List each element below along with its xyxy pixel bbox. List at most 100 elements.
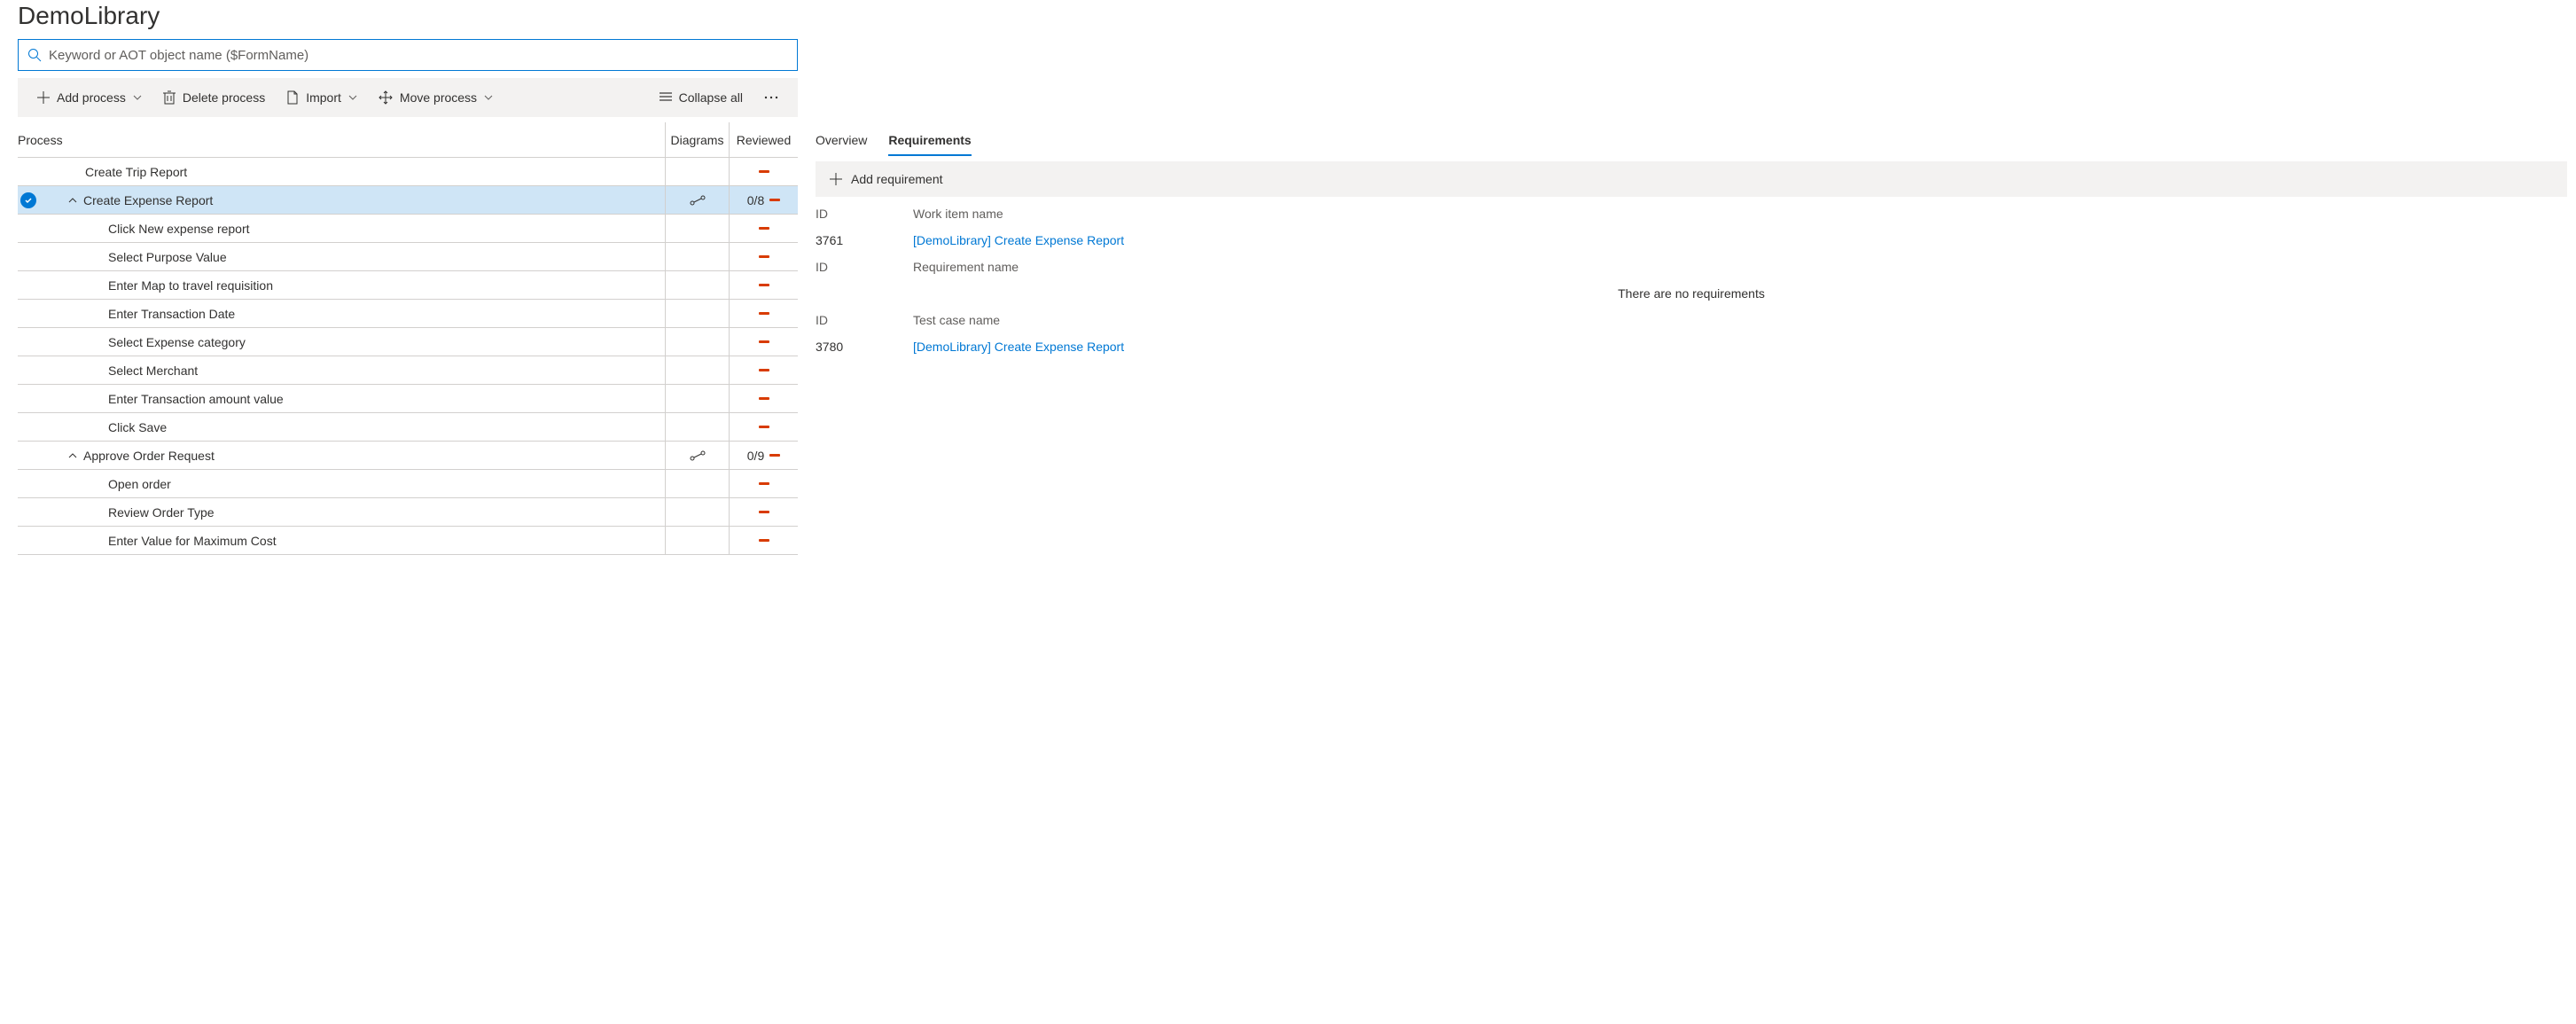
row-label: Select Merchant: [39, 363, 665, 378]
search-input[interactable]: [49, 48, 788, 63]
col-diagrams[interactable]: Diagrams: [665, 122, 729, 157]
tab-requirements[interactable]: Requirements: [888, 126, 971, 156]
move-icon: [379, 90, 393, 105]
diagram-cell: [665, 356, 729, 384]
row-label: Enter Transaction Date: [39, 307, 665, 321]
table-header: Process Diagrams Reviewed: [18, 122, 798, 158]
reviewed-cell: [729, 527, 798, 554]
table-row[interactable]: Enter Map to travel requisition: [18, 271, 798, 300]
table-row[interactable]: Click Save: [18, 413, 798, 442]
diagram-cell[interactable]: [665, 442, 729, 469]
toolbar: Add process Delete process Import Move p…: [18, 78, 798, 117]
table-row[interactable]: Review Order Type: [18, 498, 798, 527]
table-row[interactable]: Click New expense report: [18, 215, 798, 243]
move-process-label: Move process: [400, 90, 477, 105]
not-reviewed-icon: [759, 539, 769, 542]
row-label: Click New expense report: [39, 222, 665, 236]
test-case-link[interactable]: [DemoLibrary] Create Expense Report: [913, 340, 2567, 354]
table-row[interactable]: Enter Transaction amount value: [18, 385, 798, 413]
reviewed-cell: [729, 498, 798, 526]
diagram-cell: [665, 158, 729, 185]
diagram-icon: [690, 195, 706, 206]
diagram-cell[interactable]: [665, 186, 729, 214]
not-reviewed-icon: [759, 482, 769, 485]
diagram-cell: [665, 215, 729, 242]
requirement-name-label: Requirement name: [913, 260, 2567, 274]
work-item-link[interactable]: [DemoLibrary] Create Expense Report: [913, 233, 2567, 247]
row-label: Create Expense Report: [83, 193, 665, 207]
search-box[interactable]: [18, 39, 798, 71]
diagram-cell: [665, 527, 729, 554]
collapse-all-label: Collapse all: [679, 90, 743, 105]
tab-overview[interactable]: Overview: [816, 126, 867, 156]
process-tree: Create Trip Report Create Expense Report 0…: [18, 158, 798, 555]
collapse-all-button[interactable]: Collapse all: [649, 78, 753, 117]
reviewed-cell: [729, 470, 798, 497]
import-button[interactable]: Import: [276, 78, 368, 117]
diagram-icon: [690, 450, 706, 461]
add-process-button[interactable]: Add process: [27, 78, 152, 117]
col-process[interactable]: Process: [18, 133, 665, 147]
table-row[interactable]: Select Purpose Value: [18, 243, 798, 271]
requirement-header: ID Requirement name: [816, 254, 2567, 280]
check-icon: [20, 192, 36, 208]
reviewed-cell: [729, 413, 798, 441]
not-reviewed-icon: [759, 255, 769, 258]
import-label: Import: [306, 90, 341, 105]
reviewed-cell: 0/9: [729, 442, 798, 469]
test-case-row[interactable]: 3780 [DemoLibrary] Create Expense Report: [816, 333, 2567, 360]
test-case-id: 3780: [816, 340, 913, 354]
delete-process-button[interactable]: Delete process: [152, 78, 276, 117]
table-row[interactable]: Create Expense Report 0/8: [18, 186, 798, 215]
row-label: Create Trip Report: [39, 165, 665, 179]
test-case-name-label: Test case name: [913, 313, 2567, 327]
work-item-row[interactable]: 3761 [DemoLibrary] Create Expense Report: [816, 227, 2567, 254]
table-row[interactable]: Enter Value for Maximum Cost: [18, 527, 798, 555]
not-reviewed-icon: [759, 312, 769, 315]
diagram-cell: [665, 498, 729, 526]
reviewed-cell: [729, 215, 798, 242]
not-reviewed-icon: [769, 199, 780, 201]
list-icon: [660, 91, 672, 104]
reviewed-count: 0/9: [747, 449, 764, 463]
chevron-up-icon: [67, 450, 78, 461]
col-reviewed[interactable]: Reviewed: [729, 122, 798, 157]
reviewed-cell: [729, 158, 798, 185]
page-title: DemoLibrary: [18, 2, 798, 30]
import-icon: [286, 90, 299, 105]
table-row[interactable]: Create Trip Report: [18, 158, 798, 186]
move-process-button[interactable]: Move process: [368, 78, 503, 117]
diagram-cell: [665, 413, 729, 441]
table-row[interactable]: Select Expense category: [18, 328, 798, 356]
requirements-empty: There are no requirements: [816, 280, 2567, 307]
table-row[interactable]: Select Merchant: [18, 356, 798, 385]
reviewed-count: 0/8: [747, 193, 764, 207]
not-reviewed-icon: [759, 170, 769, 173]
add-requirement-button[interactable]: Add requirement: [830, 172, 943, 186]
reviewed-cell: [729, 243, 798, 270]
table-row[interactable]: Open order: [18, 470, 798, 498]
reviewed-cell: [729, 328, 798, 356]
not-reviewed-icon: [759, 369, 769, 371]
reviewed-cell: 0/8: [729, 186, 798, 214]
not-reviewed-icon: [759, 397, 769, 400]
chevron-down-icon: [133, 93, 142, 102]
table-row[interactable]: Approve Order Request0/9: [18, 442, 798, 470]
add-requirement-label: Add requirement: [851, 172, 943, 186]
row-label: Click Save: [39, 420, 665, 434]
requirements-toolbar: Add requirement: [816, 161, 2567, 197]
tabs: Overview Requirements: [816, 126, 2567, 156]
test-case-header: ID Test case name: [816, 307, 2567, 333]
diagram-cell: [665, 271, 729, 299]
more-button[interactable]: [753, 78, 789, 117]
chevron-down-icon: [484, 93, 493, 102]
row-check[interactable]: [18, 192, 39, 208]
add-process-label: Add process: [57, 90, 126, 105]
expand-toggle[interactable]: [62, 450, 83, 461]
id-label: ID: [816, 260, 913, 274]
search-icon: [27, 48, 42, 62]
expand-toggle[interactable]: [62, 195, 83, 206]
id-label: ID: [816, 313, 913, 327]
diagram-cell: [665, 243, 729, 270]
table-row[interactable]: Enter Transaction Date: [18, 300, 798, 328]
